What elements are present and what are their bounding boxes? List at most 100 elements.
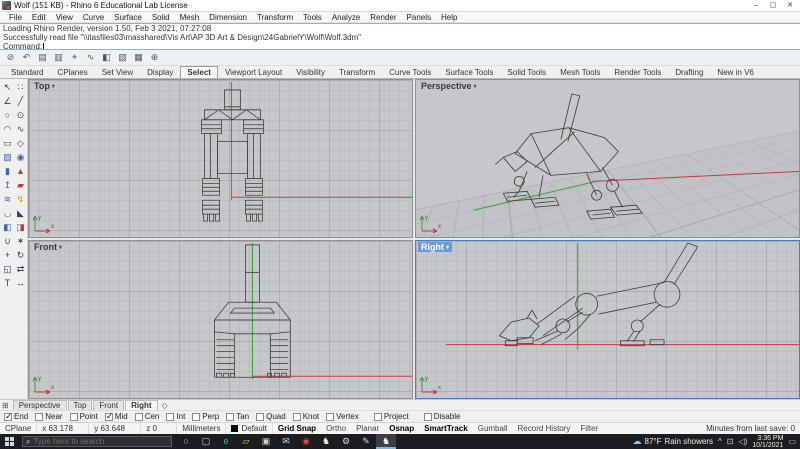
task-view-icon[interactable]: ▢ <box>196 434 216 449</box>
maximize-button[interactable]: ▢ <box>765 0 781 11</box>
menu-item[interactable]: Render <box>365 13 401 22</box>
viewport-perspective[interactable]: Perspective▾ <box>415 79 800 238</box>
rotate-icon[interactable]: ↻ <box>14 249 27 262</box>
toolbar-tab[interactable]: Render Tools <box>607 66 668 78</box>
menu-item[interactable]: Analyze <box>327 13 365 22</box>
viewport-right[interactable]: Right▾ <box>415 240 800 399</box>
toolbar-tab[interactable]: Drafting <box>668 66 710 78</box>
network-icon[interactable]: ⊡ <box>727 437 734 446</box>
osnap-checkbox[interactable] <box>226 413 234 421</box>
osnap-option[interactable]: Knot <box>293 412 319 421</box>
menu-item[interactable]: File <box>4 13 27 22</box>
taskbar-search[interactable]: ⌕ <box>22 436 172 447</box>
status-toggle[interactable]: Record History <box>513 424 576 433</box>
viewport-top[interactable]: Top▾ <box>28 79 413 238</box>
osnap-option[interactable]: Quad <box>256 412 286 421</box>
toolbar-tab[interactable]: Display <box>140 66 180 78</box>
sweep-icon[interactable]: ↯ <box>14 193 27 206</box>
cone-icon[interactable]: ▲ <box>14 165 27 178</box>
taskbar-search-input[interactable] <box>33 437 153 446</box>
toolbar-tab[interactable]: Viewport Layout <box>218 66 289 78</box>
viewport-front[interactable]: Front▾ <box>28 240 413 399</box>
toolbar-tab[interactable]: Solid Tools <box>501 66 554 78</box>
osnap-option[interactable]: Project <box>374 412 409 421</box>
polygon-icon[interactable]: ◇ <box>14 137 27 150</box>
menu-item[interactable]: Transform <box>252 13 298 22</box>
osnap-checkbox[interactable] <box>135 413 143 421</box>
osnap-checkbox[interactable] <box>192 413 200 421</box>
command-area[interactable]: Loading Rhino Render, version 1.50, Feb … <box>0 23 800 50</box>
select-arrow-icon[interactable]: ↖ <box>1 81 14 94</box>
toolbar-tab[interactable]: New in V6 <box>710 66 760 78</box>
pen-icon[interactable]: ✎ <box>356 434 376 449</box>
scale-icon[interactable]: ◱ <box>1 263 14 276</box>
explode-icon[interactable]: ✶ <box>14 235 27 248</box>
viewport-tab[interactable]: Top <box>68 400 93 411</box>
extrude-icon[interactable]: ↥ <box>1 179 14 192</box>
status-toggle[interactable]: Planar <box>351 424 384 433</box>
toolbar-tab[interactable]: Mesh Tools <box>553 66 607 78</box>
viewport-label-front[interactable]: Front▾ <box>31 242 65 252</box>
toolbar-tab[interactable]: Select <box>180 66 218 78</box>
status-toggle[interactable]: SmartTrack <box>419 424 473 433</box>
menu-item[interactable]: Panels <box>402 13 436 22</box>
minimize-button[interactable]: – <box>748 0 764 11</box>
osnap-checkbox[interactable] <box>293 413 301 421</box>
freeform-curve-icon[interactable]: ∿ <box>14 123 27 136</box>
command-prompt[interactable]: Command: <box>3 42 797 50</box>
menu-item[interactable]: Mesh <box>175 13 205 22</box>
select-filter-points-icon[interactable]: ⌖ <box>68 51 81 64</box>
line-icon[interactable]: ╱ <box>14 95 27 108</box>
select-filter-polysurfaces-icon[interactable]: ▧ <box>116 51 129 64</box>
mail-icon[interactable]: ✉ <box>276 434 296 449</box>
join-icon[interactable]: ∪ <box>1 235 14 248</box>
boolean-union-icon[interactable]: ◧ <box>1 221 14 234</box>
polyline-icon[interactable]: ∠ <box>1 95 14 108</box>
menu-item[interactable]: Dimension <box>204 13 252 22</box>
control-points-icon[interactable]: ∷ <box>14 81 27 94</box>
tray-expand-icon[interactable]: ^ <box>718 437 722 446</box>
menu-item[interactable]: Help <box>436 13 462 22</box>
toolbar-tab[interactable]: Set View <box>95 66 140 78</box>
rhino-active-icon[interactable]: ♞ <box>376 434 396 449</box>
select-filter-annotations-icon[interactable]: ⊕ <box>148 51 161 64</box>
boolean-difference-icon[interactable]: ◨ <box>14 221 27 234</box>
osnap-option[interactable]: Point <box>70 412 98 421</box>
viewport-tab[interactable]: Perspective <box>13 400 67 411</box>
viewport-panes-icon[interactable]: ⊞ <box>2 401 9 410</box>
mirror-icon[interactable]: ⇄ <box>14 263 27 276</box>
osnap-checkbox[interactable] <box>105 413 113 421</box>
circle-icon[interactable]: ○ <box>1 109 14 122</box>
box-icon[interactable]: ▧ <box>1 151 14 164</box>
toolbar-tab[interactable]: CPlanes <box>50 66 94 78</box>
rhino-app-icon[interactable]: ♞ <box>316 434 336 449</box>
viewport-tab[interactable]: Front <box>93 400 124 411</box>
ellipse-icon[interactable]: ⊙ <box>14 109 27 122</box>
osnap-option[interactable]: Mid <box>105 412 128 421</box>
loft-icon[interactable]: ≋ <box>1 193 14 206</box>
sphere-icon[interactable]: ◉ <box>14 151 27 164</box>
status-toggle[interactable]: Filter <box>575 424 603 433</box>
settings-icon[interactable]: ⚙ <box>336 434 356 449</box>
layer-panel-icon[interactable]: ▤ <box>36 51 49 64</box>
chamfer-icon[interactable]: ◣ <box>14 207 27 220</box>
viewport-label-top[interactable]: Top▾ <box>31 81 58 91</box>
chrome-icon[interactable]: ◉ <box>296 434 316 449</box>
osnap-option[interactable]: Perp <box>192 412 219 421</box>
status-toggle[interactable]: Grid Snap <box>273 424 321 433</box>
status-toggle[interactable]: Gumball <box>473 424 513 433</box>
cylinder-icon[interactable]: ▮ <box>1 165 14 178</box>
undo-view-icon[interactable]: ↶ <box>20 51 33 64</box>
taskbar-clock[interactable]: 3:36 PM 10/1/2021 <box>752 435 783 449</box>
select-filter-meshes-icon[interactable]: ▦ <box>132 51 145 64</box>
osnap-option[interactable]: Int <box>166 412 185 421</box>
menu-item[interactable]: Surface <box>109 13 147 22</box>
new-viewport-tab-icon[interactable]: ◇ <box>159 401 171 410</box>
osnap-checkbox[interactable] <box>326 413 334 421</box>
menu-item[interactable]: View <box>51 13 78 22</box>
notification-center-icon[interactable]: ▭ <box>788 437 796 446</box>
toolbar-tab[interactable]: Standard <box>4 66 50 78</box>
osnap-checkbox[interactable] <box>35 413 43 421</box>
menu-item[interactable]: Edit <box>27 13 51 22</box>
dimension-icon[interactable]: ↔ <box>14 277 27 290</box>
